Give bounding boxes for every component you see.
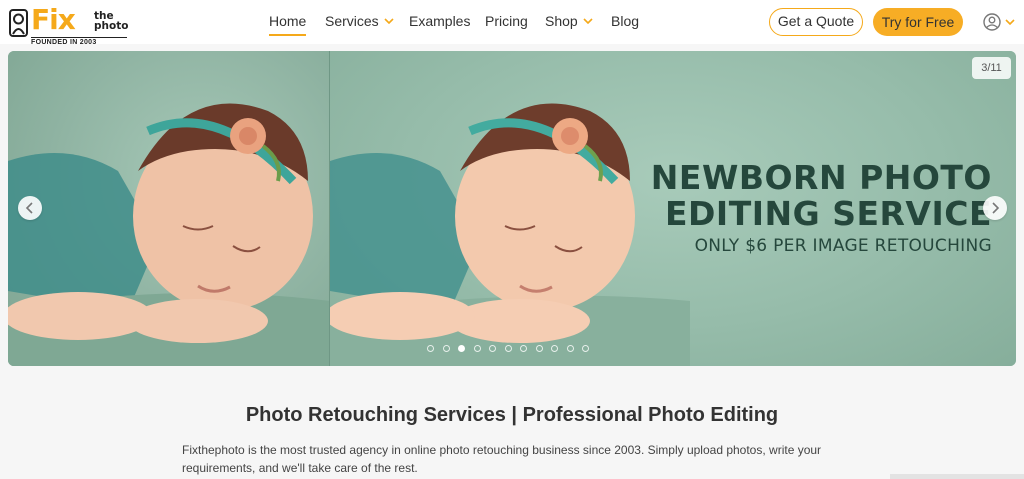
user-circle-icon (983, 13, 1015, 31)
nav-item-home[interactable]: Home (269, 12, 307, 36)
nav-item-services-label: Services (325, 13, 379, 29)
slider-dot[interactable] (520, 345, 527, 352)
slider-dot[interactable] (535, 345, 543, 352)
nav-item-services[interactable]: Services (325, 12, 394, 30)
slider-dot[interactable] (582, 345, 589, 352)
intro-paragraph: Fixthephoto is the most trusted agency i… (182, 443, 822, 475)
slider-dot[interactable] (489, 345, 496, 352)
nav-item-pricing-label: Pricing (485, 13, 528, 29)
slider-dot[interactable] (504, 345, 512, 352)
nav-item-examples[interactable]: Examples (409, 12, 470, 30)
fixthephoto-logo[interactable]: Fix the photo FOUNDED IN 2003 (9, 3, 129, 48)
slider-dot[interactable] (551, 345, 558, 352)
slider-dot[interactable] (473, 345, 481, 352)
chevron-down-icon (583, 18, 593, 25)
hero-before-panel (8, 51, 330, 366)
nav-item-pricing[interactable]: Pricing (485, 12, 528, 30)
slider-dot[interactable] (458, 345, 465, 352)
page-title: Photo Retouching Services | Professional… (245, 404, 779, 426)
nav-item-blog-label: Blog (611, 13, 640, 29)
active-underline (269, 34, 307, 36)
site-header: Fix the photo FOUNDED IN 2003 Home Servi… (0, 0, 1024, 46)
user-account-button[interactable] (983, 12, 1017, 32)
scroll-indicator (890, 474, 1024, 479)
chevron-right-icon (992, 202, 1000, 214)
nav-item-home-label: Home (269, 13, 307, 29)
nav-item-blog[interactable]: Blog (611, 12, 639, 30)
logo-founded-text: FOUNDED IN 2003 (31, 37, 127, 47)
nav-item-shop[interactable]: Shop (545, 12, 593, 30)
hero-subtitle: ONLY $6 PER IMAGE RETOUCHING (694, 236, 992, 256)
slider-prev-button[interactable] (18, 196, 42, 220)
logo-photo-text: photo (94, 20, 129, 32)
hero-title: NEWBORN PHOTO EDITING SERVICE (650, 158, 992, 233)
newborn-baby-illustration (8, 103, 330, 366)
slide-counter: 3/11 (972, 57, 1011, 79)
nav-item-examples-label: Examples (409, 13, 471, 29)
camera-person-icon (9, 9, 28, 37)
try-for-free-button[interactable]: Try for Free (873, 8, 963, 36)
slider-dot[interactable] (442, 345, 450, 352)
chevron-left-icon (25, 202, 33, 214)
logo-fix-text: Fix (31, 3, 76, 36)
slider-next-button[interactable] (983, 196, 1007, 220)
nav-item-shop-label: Shop (545, 13, 578, 29)
hero-slider: 3/11 NEWBORN PHOTO EDITING SERVICE ONLY … (8, 51, 1016, 366)
slider-dot[interactable] (566, 345, 574, 352)
chevron-down-icon (384, 18, 394, 25)
slider-dot[interactable] (427, 345, 434, 352)
get-a-quote-button[interactable]: Get a Quote (769, 8, 863, 36)
